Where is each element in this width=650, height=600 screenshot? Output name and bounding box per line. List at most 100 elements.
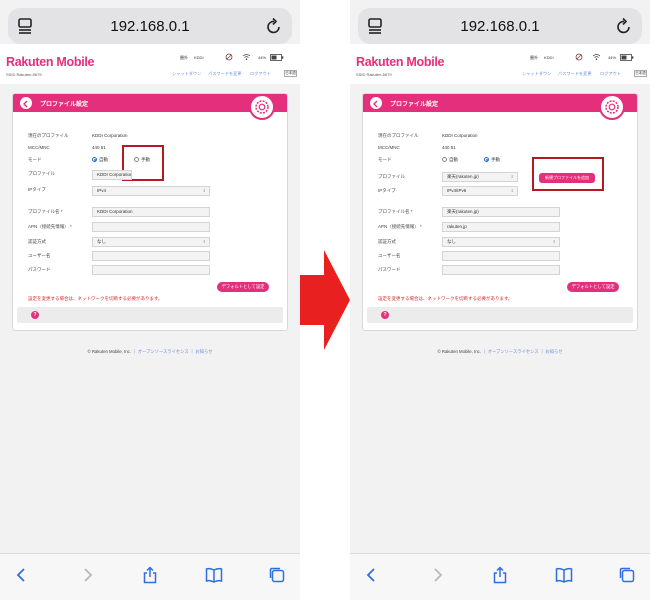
current-profile-value: KDDI Corporation	[442, 133, 478, 138]
page-menu-icon[interactable]	[18, 18, 32, 34]
username-label: ユーザー名	[378, 253, 401, 258]
share-icon[interactable]	[141, 566, 159, 584]
logout-link[interactable]: ログアウト	[600, 71, 621, 77]
warning-text: 設定を変更する場合は、ネットワークを切断する必要があります。	[28, 296, 163, 301]
battery-level: 44%	[608, 55, 617, 60]
change-password-link[interactable]: パスワードを変更	[208, 71, 242, 77]
back-chevron-icon[interactable]	[363, 566, 381, 584]
signal-status: 圏外	[530, 55, 538, 60]
change-password-link[interactable]: パスワードを変更	[558, 71, 592, 77]
apn-input[interactable]: rakuten.jp	[442, 222, 560, 232]
password-input[interactable]	[442, 265, 560, 275]
profile-name-input[interactable]: KDDI Corporation	[92, 207, 210, 217]
bookmarks-icon[interactable]	[205, 566, 223, 584]
shutdown-link[interactable]: シャットダウン	[172, 71, 201, 77]
browser-toolbar	[0, 553, 300, 600]
language-select[interactable]: 日本語	[634, 70, 647, 77]
help-icon[interactable]: ?	[31, 311, 39, 319]
gear-icon	[249, 94, 275, 120]
ip-type-select[interactable]: IPv4/IPv6	[442, 186, 518, 196]
url-text: 192.168.0.1	[110, 17, 190, 35]
address-bar[interactable]: 192.168.0.1	[8, 8, 292, 44]
notice-link[interactable]: お知らせ	[545, 349, 562, 354]
help-bar: ?	[17, 307, 283, 323]
status-bar: 圏外 KDDI 44%	[530, 53, 648, 63]
mcc-mnc-value: 440 51	[442, 145, 456, 150]
chevron-left-icon	[373, 100, 378, 108]
share-icon[interactable]	[491, 566, 509, 584]
settings-gear-icon	[255, 100, 269, 114]
highlight-new-profile	[532, 157, 604, 191]
wifi-icon	[592, 54, 601, 61]
profile-name-input[interactable]: 楽天(rakuten.jp)	[442, 207, 560, 217]
profile-settings-card: プロファイル設定 現在のプロファイル KDDI Corporation MCC/…	[362, 93, 638, 331]
card-header: プロファイル設定	[13, 94, 287, 112]
username-label: ユーザー名	[28, 253, 51, 258]
mcc-mnc-value: 440 51	[92, 145, 106, 150]
current-profile-value: KDDI Corporation	[92, 133, 128, 138]
ssid-label: SSID Rakuten-5679	[356, 72, 392, 77]
language-select[interactable]: 日本語	[284, 70, 297, 77]
browser-toolbar	[350, 553, 650, 600]
footer: © Rakuten Mobile, Inc. ｜ オープンソースライセンス ｜ …	[87, 349, 213, 354]
mode-manual-radio[interactable]	[484, 157, 489, 162]
card-title: プロファイル設定	[390, 102, 439, 108]
mode-auto-label: 自動	[449, 157, 458, 162]
username-input[interactable]	[92, 251, 210, 261]
reload-icon[interactable]	[266, 17, 282, 35]
gear-icon	[599, 94, 625, 120]
url-text: 192.168.0.1	[460, 17, 540, 35]
shutdown-link[interactable]: シャットダウン	[522, 71, 551, 77]
carrier-name: KDDI	[194, 55, 204, 60]
signal-status: 圏外	[180, 55, 188, 60]
sim-icon	[575, 53, 583, 61]
auth-select[interactable]: なし	[92, 237, 210, 247]
tabs-icon[interactable]	[618, 566, 636, 584]
bookmarks-icon[interactable]	[555, 566, 573, 584]
copyright: © Rakuten Mobile, Inc.	[437, 349, 482, 354]
back-button[interactable]	[370, 97, 382, 109]
profile-label: プロファイル	[28, 171, 55, 176]
current-profile-label: 現在のプロファイル	[378, 133, 419, 138]
auth-select[interactable]: なし	[442, 237, 560, 247]
rakuten-logo[interactable]: Rakuten Mobile	[356, 55, 445, 69]
apn-input[interactable]	[92, 222, 210, 232]
profile-select[interactable]: 楽天(rakuten.jp)	[442, 172, 518, 182]
page-menu-icon[interactable]	[368, 18, 382, 34]
chevron-left-icon	[23, 100, 28, 108]
apn-label: APN（接続先情報） *	[378, 224, 422, 229]
profile-label: プロファイル	[378, 174, 405, 179]
back-chevron-icon[interactable]	[13, 566, 31, 584]
tabs-icon[interactable]	[268, 566, 286, 584]
help-bar: ?	[367, 307, 633, 323]
oss-license-link[interactable]: オープンソースライセンス	[488, 349, 539, 354]
reload-icon[interactable]	[616, 17, 632, 35]
notice-link[interactable]: お知らせ	[195, 349, 212, 354]
mode-auto-radio[interactable]	[92, 157, 97, 162]
password-input[interactable]	[92, 265, 210, 275]
rakuten-logo[interactable]: Rakuten Mobile	[6, 55, 95, 69]
logout-link[interactable]: ログアウト	[250, 71, 271, 77]
battery-icon	[620, 54, 634, 61]
carrier-name: KDDI	[544, 55, 554, 60]
mcc-mnc-label: MCC/MNC	[28, 145, 50, 150]
profile-settings-card: プロファイル設定 現在のプロファイル KDDI Corporation MCC/…	[12, 93, 288, 331]
set-default-button[interactable]: デフォルトとして設定	[567, 282, 619, 292]
mode-manual-label: 手動	[491, 157, 500, 162]
screenshot-after: 192.168.0.1 Rakuten Mobile SSID Rakuten-…	[350, 0, 650, 600]
ip-type-label: IPタイプ	[28, 187, 46, 192]
ip-type-label: IPタイプ	[378, 188, 396, 193]
address-bar[interactable]: 192.168.0.1	[358, 8, 642, 44]
back-button[interactable]	[20, 97, 32, 109]
set-default-button[interactable]: デフォルトとして設定	[217, 282, 269, 292]
oss-license-link[interactable]: オープンソースライセンス	[138, 349, 189, 354]
warning-text: 設定を変更する場合は、ネットワークを切断する必要があります。	[378, 296, 513, 301]
ip-type-select[interactable]: IPv4	[92, 186, 210, 196]
profile-select[interactable]: KDDI Corporation	[92, 170, 132, 180]
help-icon[interactable]: ?	[381, 311, 389, 319]
forward-chevron-icon[interactable]	[78, 566, 96, 584]
mode-auto-radio[interactable]	[442, 157, 447, 162]
username-input[interactable]	[442, 251, 560, 261]
forward-chevron-icon[interactable]	[428, 566, 446, 584]
apn-label: APN（接続先情報） *	[28, 224, 72, 229]
